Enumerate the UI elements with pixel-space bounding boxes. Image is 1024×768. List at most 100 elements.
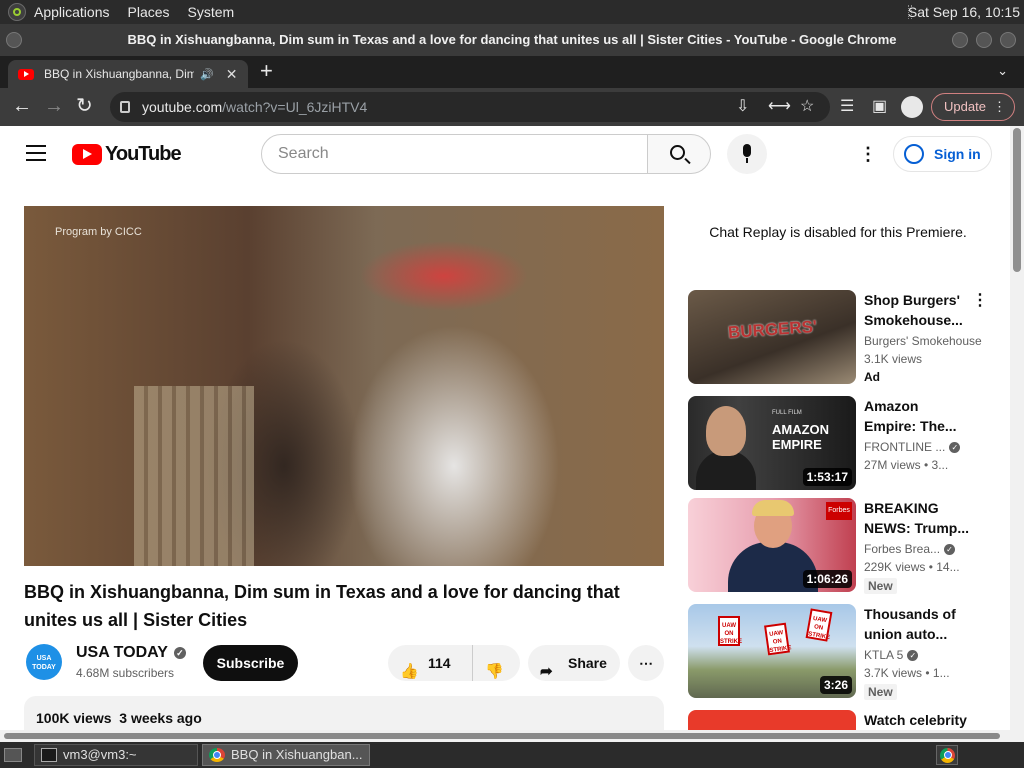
share-arrow-icon: ➦ xyxy=(540,663,553,680)
guide-menu-icon[interactable] xyxy=(26,145,46,161)
thumbs-up-icon: 👍 xyxy=(400,663,419,680)
show-desktop-icon[interactable] xyxy=(4,748,22,762)
video-thumbnail[interactable]: FULL FILM AMAZON EMPIRE 1:53:17 xyxy=(688,396,856,490)
video-thumbnail[interactable]: BURGERS' xyxy=(688,290,856,384)
youtube-favicon-icon xyxy=(18,68,34,80)
chrome-menu-icon[interactable]: ⋮ xyxy=(993,94,1006,120)
chrome-icon xyxy=(209,748,225,762)
dislike-button[interactable]: 👎 xyxy=(472,645,520,681)
applications-menu[interactable]: Applications xyxy=(34,4,110,20)
rec-more-icon[interactable]: ⋮ xyxy=(972,290,988,310)
reload-icon[interactable]: ↻ xyxy=(76,94,93,118)
recommendation-item[interactable]: Forbes 1:06:26 BREAKING NEWS: Trump... F… xyxy=(688,498,988,594)
video-thumbnail[interactable]: UAW ON STRIKE UAW ON STRIKE UAW ON STRIK… xyxy=(688,604,856,698)
microphone-icon xyxy=(743,144,751,157)
youtube-logo[interactable]: YouTube xyxy=(72,143,182,166)
new-tab-icon[interactable]: + xyxy=(260,60,273,82)
system-menu[interactable]: System xyxy=(188,4,235,20)
thumbs-down-icon: 👎 xyxy=(485,663,504,680)
duration-badge: 1:06:26 xyxy=(802,570,852,588)
video-watermark: Program by CICC xyxy=(55,226,142,238)
recommendation-item[interactable]: BURGERS' Shop Burgers' Smokehouse... ⋮ B… xyxy=(688,290,988,384)
places-menu[interactable]: Places xyxy=(128,4,170,20)
recommendation-item[interactable]: FULL FILM AMAZON EMPIRE 1:53:17 Amazon E… xyxy=(688,396,988,490)
verified-icon: ✓ xyxy=(907,650,919,662)
maximize-icon[interactable] xyxy=(976,32,992,48)
minimize-icon[interactable] xyxy=(952,32,968,48)
rec-channel: Forbes Brea... ✓ xyxy=(864,542,984,556)
subscribe-button[interactable]: Subscribe xyxy=(203,645,298,681)
share-button[interactable]: ➦ Share xyxy=(528,645,620,681)
back-icon[interactable]: ← xyxy=(12,94,32,118)
share-page-icon[interactable]: ⟷ xyxy=(768,96,791,116)
update-button[interactable]: Update ⋮ xyxy=(931,93,1015,121)
verified-icon: ✓ xyxy=(944,544,956,556)
panel-clock[interactable]: Sat Sep 16, 10:15 xyxy=(908,4,1020,20)
rec-title-line2[interactable]: Smokehouse... xyxy=(864,310,974,330)
voice-search-button[interactable] xyxy=(727,134,767,174)
sign-in-label: Sign in xyxy=(934,146,981,162)
browser-toolbar: ← → ↻ youtube.com/watch?v=Ul_6JziHTV4 ⇩ … xyxy=(0,88,1024,126)
site-info-icon[interactable] xyxy=(120,101,130,113)
url-path: /watch?v=Ul_6JziHTV4 xyxy=(222,99,368,115)
rec-title-line1[interactable]: Shop Burgers' xyxy=(864,290,974,310)
rec-meta: 3.1K views xyxy=(864,352,923,366)
video-player[interactable]: Program by CICC xyxy=(24,206,664,566)
channel-avatar[interactable]: USA TODAY xyxy=(26,644,62,680)
taskbar-terminal-label: vm3@vm3:~ xyxy=(63,747,137,762)
share-label: Share xyxy=(568,655,607,671)
rec-title-line1[interactable]: Thousands of xyxy=(864,604,974,624)
rec-title-line2[interactable]: NEWS: Trump... xyxy=(864,518,974,538)
new-badge: New xyxy=(864,684,897,700)
search-button[interactable] xyxy=(647,134,711,174)
forward-icon[interactable]: → xyxy=(44,94,64,118)
bottom-taskbar: vm3@vm3:~ BBQ in Xishuangban... xyxy=(0,742,1024,768)
youtube-play-icon xyxy=(72,144,102,165)
search-input[interactable]: Search xyxy=(261,134,648,174)
terminal-icon xyxy=(41,748,57,762)
subscriber-count: 4.68M subscribers xyxy=(76,666,175,680)
window-titlebar: BBQ in Xishuangbanna, Dim sum in Texas a… xyxy=(0,24,1024,56)
chat-replay-notice: Chat Replay is disabled for this Premier… xyxy=(709,224,967,240)
rec-meta: 27M views • 3... xyxy=(864,458,949,472)
settings-more-icon[interactable]: ⋮ xyxy=(859,142,877,166)
side-panel-icon[interactable]: ▣ xyxy=(872,96,887,116)
like-count: 114 xyxy=(428,655,451,671)
taskbar-terminal[interactable]: vm3@vm3:~ xyxy=(34,744,198,766)
video-title: BBQ in Xishuangbanna, Dim sum in Texas a… xyxy=(24,582,620,630)
tab-audio-icon[interactable]: 🔊 xyxy=(200,68,214,81)
url-domain: youtube.com xyxy=(142,99,223,115)
vertical-scrollbar[interactable] xyxy=(1010,126,1024,742)
like-button[interactable]: 👍 114 xyxy=(388,645,472,681)
distro-logo-icon[interactable] xyxy=(8,3,26,21)
rec-title-line1[interactable]: Watch celebrity xyxy=(864,710,974,730)
rec-meta: 3.7K views • 1... xyxy=(864,666,950,680)
taskbar-chrome[interactable]: BBQ in Xishuangban... xyxy=(202,744,370,766)
profile-avatar-icon[interactable] xyxy=(901,96,923,118)
browser-tab[interactable]: BBQ in Xishuangbanna, Dim sum in Texas a… xyxy=(8,60,248,88)
address-bar[interactable]: youtube.com/watch?v=Ul_6JziHTV4 xyxy=(110,92,830,122)
rec-title-line2[interactable]: Empire: The... xyxy=(864,416,974,436)
recommendation-item[interactable]: UAW ON STRIKE UAW ON STRIKE UAW ON STRIK… xyxy=(688,604,988,700)
chrome-tray-icon xyxy=(940,748,955,763)
rec-title-line2[interactable]: union auto... xyxy=(864,624,974,644)
workspace-switcher[interactable] xyxy=(936,745,958,765)
tab-search-chevron-icon[interactable]: ⌄ xyxy=(997,63,1008,79)
window-menu-icon[interactable] xyxy=(6,32,22,48)
video-thumbnail[interactable]: Forbes 1:06:26 xyxy=(688,498,856,592)
sign-in-button[interactable]: Sign in xyxy=(893,136,992,172)
rec-title-line1[interactable]: BREAKING xyxy=(864,498,974,518)
more-actions-button[interactable]: ⋯ xyxy=(628,645,664,681)
rec-title-line1[interactable]: Amazon xyxy=(864,396,974,416)
rec-channel: KTLA 5 ✓ xyxy=(864,648,984,662)
verified-icon: ✓ xyxy=(949,442,961,454)
channel-name-row[interactable]: USA TODAY ✓ xyxy=(76,644,186,662)
horizontal-scrollbar[interactable] xyxy=(0,730,1010,742)
install-app-icon[interactable]: ⇩ xyxy=(736,96,749,116)
reading-list-icon[interactable]: ☰ xyxy=(840,96,854,116)
channel-name[interactable]: USA TODAY xyxy=(76,644,168,661)
upload-age: 3 weeks ago xyxy=(119,710,202,726)
bookmark-star-icon[interactable]: ☆ xyxy=(800,96,814,116)
close-window-icon[interactable] xyxy=(1000,32,1016,48)
tab-close-icon[interactable]: ✕ xyxy=(226,66,238,83)
